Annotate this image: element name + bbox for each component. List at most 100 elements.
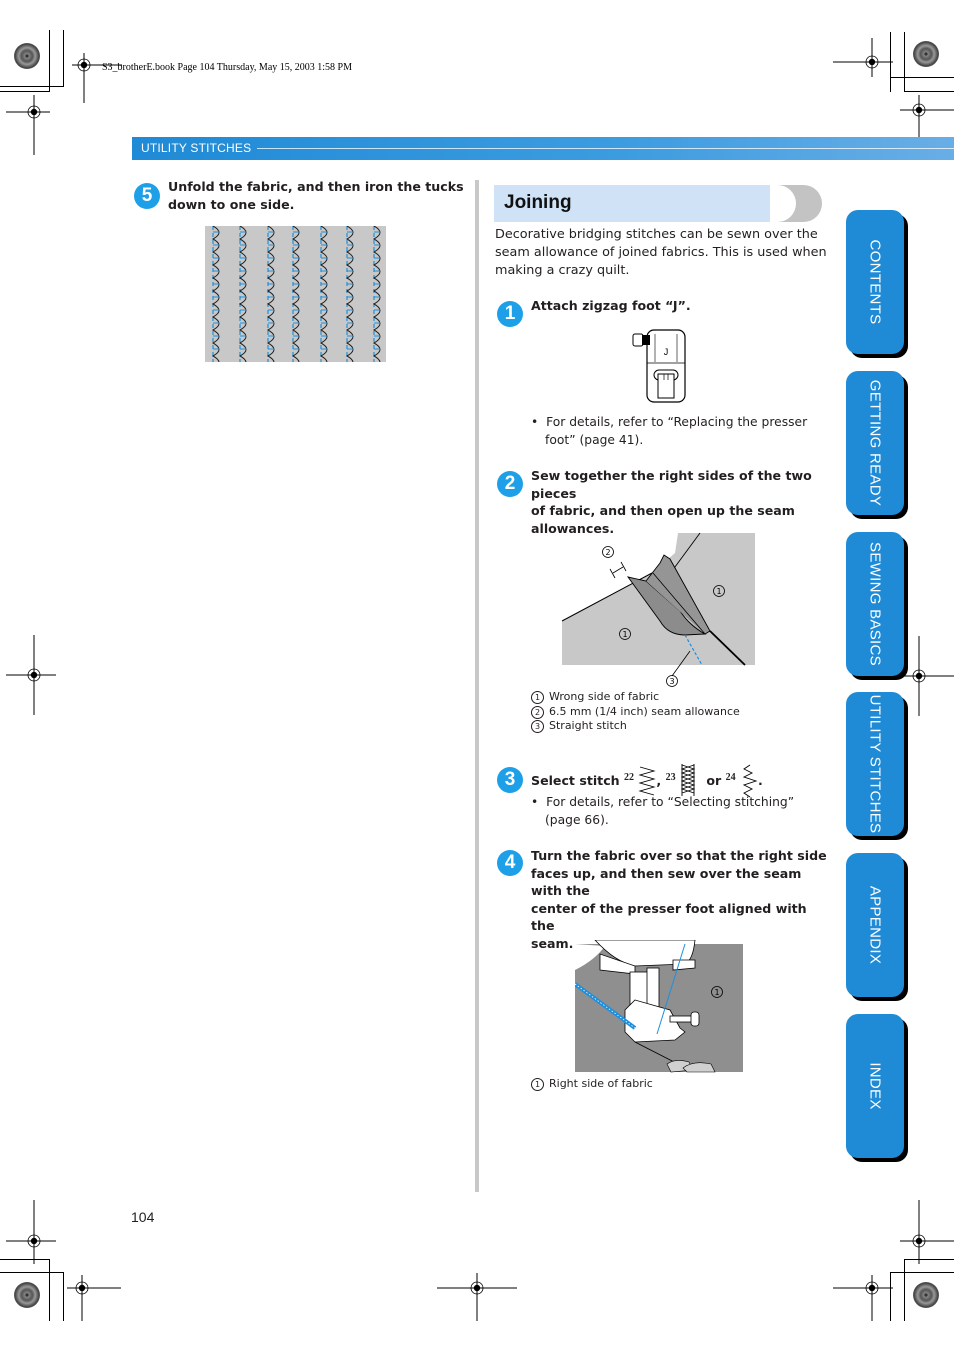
legend-text: Right side of fabric: [549, 1077, 653, 1090]
legend-text: 6.5 mm (1/4 inch) seam allowance: [549, 704, 740, 718]
registration-mark-icon: [6, 95, 50, 155]
chapter-bar: UTILITY STITCHES: [132, 137, 954, 160]
color-rosette-icon: [913, 41, 939, 67]
side-tab-label: INDEX: [866, 1062, 884, 1110]
callout-1: 1: [622, 630, 627, 639]
legend-number: 1: [531, 1078, 544, 1091]
foot-label: J: [664, 347, 669, 357]
column-divider: [475, 180, 479, 1192]
registration-mark-icon: [6, 635, 56, 715]
side-tab-label: CONTENTS: [866, 239, 884, 325]
stitch-number: 22: [624, 771, 635, 783]
note-text: For details, refer to “Selecting stitchi…: [546, 795, 795, 809]
color-rosette-icon: [913, 1282, 939, 1308]
step-line: of fabric, and then open up the seam: [531, 503, 795, 518]
side-tab-label: SEWING BASICS: [866, 542, 884, 666]
crop-mark: [49, 30, 50, 92]
side-tab-utility-stitches[interactable]: UTILITY STITCHES: [846, 692, 904, 836]
side-tab-label: APPENDIX: [866, 885, 884, 965]
crop-mark: [904, 1259, 905, 1321]
crop-mark: [0, 86, 64, 87]
title-decoration: [770, 185, 822, 222]
separator: or: [706, 773, 722, 788]
step-line: Attach zigzag foot “J”.: [531, 298, 691, 313]
side-tab-getting-ready[interactable]: GETTING READY: [846, 371, 904, 515]
stitch-23-icon: [680, 764, 696, 796]
intro-line: making a crazy quilt.: [495, 263, 630, 278]
crop-mark: [890, 1272, 891, 1321]
step-badge: 5: [134, 183, 160, 209]
crop-mark: [63, 30, 64, 87]
crop-mark: [890, 77, 954, 78]
step-note: • For details, refer to “Selecting stitc…: [531, 794, 831, 829]
legend-item: 2 6.5 mm (1/4 inch) seam allowance: [531, 705, 831, 720]
step-line: Unfold the fabric, and then iron the tuc…: [168, 179, 464, 194]
crop-mark: [0, 1259, 50, 1260]
note-line: (page 66).: [545, 812, 609, 827]
side-tab-sewing-basics[interactable]: SEWING BASICS: [846, 532, 904, 676]
registration-mark-icon: [833, 38, 893, 77]
legend-item: 1 Wrong side of fabric: [531, 690, 831, 705]
step-badge: 2: [497, 471, 523, 497]
separator: .: [758, 773, 763, 788]
page-number: 104: [131, 1209, 155, 1225]
stitch-number: 24: [725, 771, 736, 783]
bullet-icon: •: [531, 415, 547, 429]
crop-mark: [0, 1272, 64, 1273]
intro-line: seam allowance of joined fabrics. This i…: [495, 245, 827, 260]
crop-mark: [904, 91, 954, 92]
registration-mark-icon: [900, 1200, 954, 1264]
step-line: center of the presser foot aligned with …: [531, 900, 807, 934]
legend-number: 1: [531, 691, 544, 704]
step-badge: 4: [497, 850, 523, 876]
section-intro: Decorative bridging stitches can be sewn…: [495, 226, 835, 280]
figure-legend: 1 Right side of fabric: [531, 1077, 831, 1092]
section-title-text: Joining: [504, 192, 572, 213]
sewing-over-seam-illustration: 1: [575, 940, 743, 1073]
separator: ,: [656, 773, 662, 788]
legend-text: Wrong side of fabric: [549, 690, 660, 703]
callout-3: 3: [669, 677, 674, 686]
side-tab-contents[interactable]: CONTENTS: [846, 210, 904, 354]
side-tab-index[interactable]: INDEX: [846, 1014, 904, 1158]
chapter-rule: [257, 148, 954, 149]
section-title: Joining: [494, 185, 776, 222]
step-instruction: Attach zigzag foot “J”.: [531, 297, 831, 315]
crop-mark: [904, 1259, 954, 1260]
callout-1: 1: [716, 587, 721, 596]
stitch-22-icon: [638, 766, 657, 796]
step-instruction: Unfold the fabric, and then iron the tuc…: [168, 178, 468, 213]
side-tab-appendix[interactable]: APPENDIX: [846, 853, 904, 997]
registration-mark-icon: [437, 1273, 517, 1321]
step-note: • For details, refer to “Replacing the p…: [531, 414, 831, 449]
legend-text: Straight stitch: [549, 719, 627, 732]
color-rosette-icon: [14, 43, 40, 69]
seam-allowance-illustration: 2 1 1 3: [561, 532, 755, 687]
step-instruction: Sew together the right sides of the two …: [531, 467, 831, 537]
legend-item: 3 Straight stitch: [531, 719, 831, 734]
color-rosette-icon: [14, 1282, 40, 1308]
step-badge: 3: [497, 767, 523, 793]
crop-mark: [0, 91, 50, 92]
tucks-illustration: [205, 226, 386, 362]
step-line: faces up, and then sew over the seam wit…: [531, 865, 802, 899]
registration-mark-icon: [67, 1275, 121, 1321]
side-tab-label: UTILITY STITCHES: [866, 694, 884, 834]
bullet-icon: •: [531, 795, 547, 809]
callout-2: 2: [605, 548, 610, 557]
crop-mark: [890, 1272, 954, 1273]
file-header: S3_brotherE.book Page 104 Thursday, May …: [102, 62, 352, 73]
note-line: • For details, refer to “Replacing the p…: [531, 414, 831, 432]
zigzag-foot-j-illustration: J: [632, 329, 686, 403]
chapter-label: UTILITY STITCHES: [141, 141, 252, 155]
registration-mark-icon: [72, 53, 122, 103]
step-line: Select stitch: [531, 773, 620, 788]
step-line: Turn the fabric over so that the right s…: [531, 848, 827, 863]
note-line: foot” (page 41).: [545, 432, 644, 447]
crop-mark: [63, 1272, 64, 1321]
note-line: • For details, refer to “Selecting stitc…: [531, 794, 831, 812]
step-badge: 1: [497, 301, 523, 327]
callout-1: 1: [714, 988, 719, 997]
registration-mark-icon: [6, 1200, 56, 1264]
step-line: Sew together the right sides of the two …: [531, 468, 812, 501]
